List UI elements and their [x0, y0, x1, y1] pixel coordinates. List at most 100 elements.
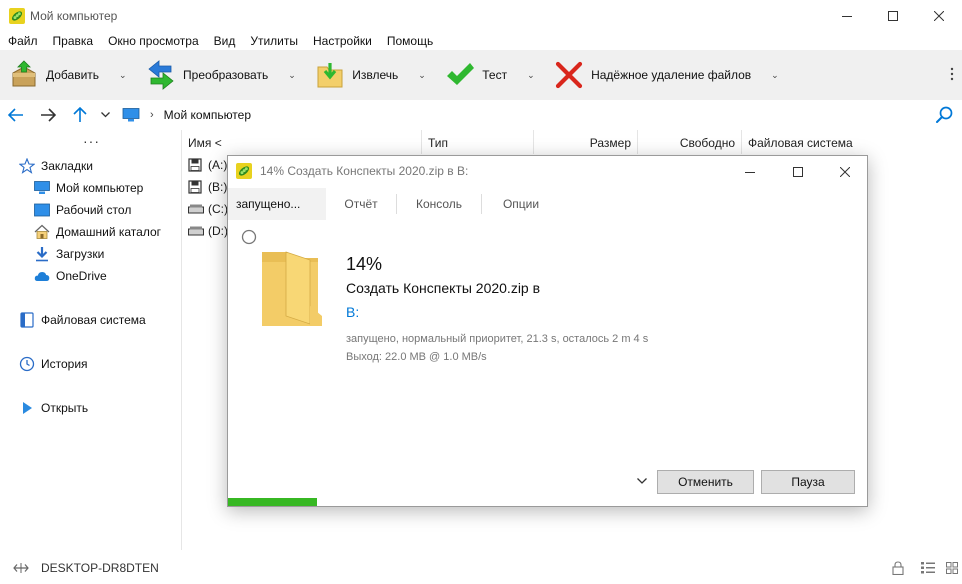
minimize-icon [842, 16, 852, 17]
sidebar-item-label: Мой компьютер [56, 181, 144, 195]
progress-dialog: 14% Создать Конспекты 2020.zip в B: запу… [227, 155, 868, 507]
drive-label: (D:) [208, 224, 228, 238]
column-header-size[interactable]: Размер [534, 130, 638, 154]
drive-label: (B:) [208, 180, 228, 194]
search-icon[interactable] [934, 105, 954, 125]
maximize-button[interactable] [870, 0, 916, 32]
convert-dropdown-chevron-icon[interactable]: ⌄ [288, 70, 298, 81]
menu-file[interactable]: Файл [0, 32, 45, 50]
radio-circle-icon[interactable] [241, 229, 257, 245]
extract-button[interactable]: Извлечь [306, 51, 418, 99]
add-button[interactable]: Добавить [0, 51, 119, 99]
extract-dropdown-chevron-icon[interactable]: ⌄ [418, 70, 428, 81]
tab-options[interactable]: Опции [482, 188, 560, 220]
secure-delete-button[interactable]: Надёжное удаление файлов [545, 51, 771, 99]
menu-view-window[interactable]: Окно просмотра [100, 32, 206, 50]
column-header-type[interactable]: Тип [422, 130, 534, 154]
lock-icon[interactable] [891, 561, 905, 575]
menu-edit[interactable]: Правка [45, 32, 101, 50]
sidebar-filesystem[interactable]: Файловая система [19, 309, 146, 331]
computer-icon [34, 180, 50, 196]
table-row[interactable]: (D:) [188, 220, 228, 242]
maximize-icon [888, 11, 898, 21]
back-button[interactable] [0, 100, 32, 130]
progress-bar [228, 498, 867, 506]
test-dropdown-chevron-icon[interactable]: ⌄ [527, 70, 537, 81]
sidebar-open[interactable]: Открыть [19, 397, 88, 419]
drive-label: (A:) [208, 158, 228, 172]
pause-button[interactable]: Пауза [761, 470, 855, 494]
menu-tools[interactable]: Утилиты [242, 32, 305, 50]
sidebar-filesystem-label: Файловая система [41, 313, 146, 327]
dialog-close-button[interactable] [828, 160, 862, 184]
sidebar-item-my-computer[interactable]: Мой компьютер [34, 177, 143, 199]
toolbar-more-icon[interactable] [948, 62, 956, 86]
minimize-icon [745, 172, 755, 173]
secure-delete-dropdown-chevron-icon[interactable]: ⌄ [771, 70, 781, 81]
breadcrumb-separator-icon: › [150, 109, 154, 121]
sidebar-item-label: Рабочий стол [56, 203, 132, 217]
table-row[interactable]: (B:) [188, 176, 227, 198]
list-view-icon[interactable] [920, 561, 936, 575]
computer-name: DESKTOP-DR8DTEN [41, 561, 159, 575]
dialog-maximize-button[interactable] [781, 160, 815, 184]
checkmark-icon [447, 63, 475, 85]
toolbar: Добавить ⌄ Преобразовать ⌄ Извлечь ⌄ Тес… [0, 50, 962, 100]
up-button[interactable] [64, 100, 96, 130]
menu-help[interactable]: Помощь [379, 32, 440, 50]
cancel-button[interactable]: Отменить [657, 470, 754, 494]
secure-delete-button-label: Надёжное удаление файлов [591, 68, 752, 82]
target-drive-link[interactable]: B: [346, 304, 359, 320]
sidebar-item-label: OneDrive [56, 269, 107, 283]
tab-report[interactable]: Отчёт [326, 188, 396, 220]
computer-icon [122, 108, 140, 122]
sidebar-history[interactable]: История [19, 353, 88, 375]
sidebar-item-desktop[interactable]: Рабочий стол [34, 199, 131, 221]
column-header-name[interactable]: Имя < [182, 130, 422, 154]
sidebar-item-label: Загрузки [56, 247, 105, 261]
cloud-icon [34, 268, 50, 284]
network-arrows-icon [13, 563, 29, 573]
clock-icon [19, 356, 35, 372]
dialog-tabs: запущено... Отчёт Консоль Опции [228, 188, 867, 220]
menu-settings[interactable]: Настройки [305, 32, 379, 50]
sidebar-item-onedrive[interactable]: OneDrive [34, 265, 107, 287]
convert-icon [148, 60, 174, 90]
chevron-down-icon[interactable] [637, 478, 647, 484]
convert-button-label: Преобразовать [183, 68, 269, 82]
tab-console[interactable]: Консоль [397, 188, 481, 220]
sidebar-more-icon[interactable]: ··· [83, 133, 100, 149]
column-header-filesystem[interactable]: Файловая система [742, 130, 862, 154]
folder-icon [262, 251, 322, 326]
chevron-down-icon [100, 112, 110, 118]
forward-button[interactable] [32, 100, 64, 130]
sidebar-item-home[interactable]: Домашний каталог [34, 221, 161, 243]
table-row[interactable]: (C:) [188, 198, 228, 220]
tab-running[interactable]: запущено... [228, 188, 326, 220]
maximize-icon [793, 167, 803, 177]
dialog-title: 14% Создать Конспекты 2020.zip в B: [260, 164, 469, 178]
dialog-minimize-button[interactable] [733, 160, 767, 184]
menu-view[interactable]: Вид [206, 32, 243, 50]
test-button[interactable]: Тест [436, 51, 527, 99]
sidebar-item-downloads[interactable]: Загрузки [34, 243, 104, 265]
sidebar-bookmarks[interactable]: Закладки [19, 155, 93, 177]
star-icon [19, 158, 35, 174]
arrow-left-icon [8, 108, 23, 122]
hard-drive-icon [188, 204, 204, 214]
minimize-button[interactable] [824, 0, 870, 32]
menu-bar: Файл Правка Окно просмотра Вид Утилиты Н… [0, 32, 962, 50]
extract-button-label: Извлечь [352, 68, 399, 82]
floppy-disk-icon [188, 180, 202, 194]
table-row[interactable]: (A:) [188, 154, 227, 176]
add-dropdown-chevron-icon[interactable]: ⌄ [119, 70, 129, 81]
history-dropdown-button[interactable] [96, 100, 114, 130]
column-header-free[interactable]: Свободно [638, 130, 742, 154]
arrow-right-icon [41, 108, 56, 122]
close-button[interactable] [916, 0, 962, 32]
convert-button[interactable]: Преобразовать [137, 51, 288, 99]
operation-description: Создать Конспекты 2020.zip в [346, 280, 541, 296]
breadcrumb-current[interactable]: Мой компьютер [164, 108, 251, 122]
address-bar: › Мой компьютер [0, 100, 962, 130]
grid-view-icon[interactable] [946, 562, 958, 574]
